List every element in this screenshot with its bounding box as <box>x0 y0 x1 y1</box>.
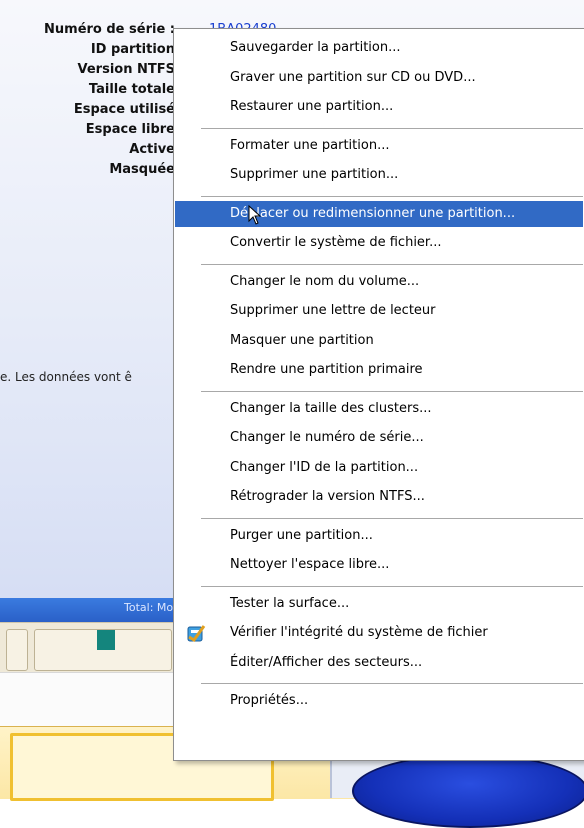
menu-item[interactable]: Rétrograder la version NTFS... <box>175 484 583 510</box>
menu-item[interactable]: Supprimer une partition... <box>175 162 583 188</box>
menu-item[interactable]: Graver une partition sur CD ou DVD... <box>175 65 583 91</box>
menu-separator <box>201 195 583 197</box>
menu-item[interactable]: Propriétés... <box>175 688 583 714</box>
disk-map-tile[interactable] <box>34 629 172 671</box>
property-label: Active <box>129 142 175 157</box>
menu-item-label: Sauvegarder la partition... <box>230 40 401 55</box>
property-row: Version NTFS <box>0 62 175 82</box>
property-label: Espace utilisé <box>73 102 175 117</box>
menu-item[interactable]: Tester la surface... <box>175 591 583 617</box>
menu-item[interactable]: Nettoyer l'espace libre... <box>175 552 583 578</box>
menu-separator <box>201 127 583 129</box>
menu-item[interactable]: Vérifier l'intégrité du système de fichi… <box>175 620 583 646</box>
menu-separator <box>201 683 583 684</box>
menu-item-label: Formater une partition... <box>230 138 390 153</box>
menu-item[interactable]: Rendre une partition primaire <box>175 357 583 383</box>
menu-item[interactable]: Supprimer une lettre de lecteur <box>175 298 583 324</box>
menu-item-label: Restaurer une partition... <box>230 99 394 114</box>
property-row: Espace utilisé <box>0 102 175 122</box>
menu-item-label: Changer le numéro de série... <box>230 430 424 445</box>
menu-item-label: Graver une partition sur CD ou DVD... <box>230 70 476 85</box>
menu-item-label: Rétrograder la version NTFS... <box>230 489 425 504</box>
menu-item-label: Changer le nom du volume... <box>230 274 420 289</box>
menu-item[interactable]: Déplacer ou redimensionner une partition… <box>175 201 583 227</box>
partition-context-menu: Sauvegarder la partition... Graver une pa… <box>173 28 584 761</box>
property-label: Taille totale <box>88 82 175 97</box>
property-label: ID partition <box>90 42 175 57</box>
property-label: Espace libre <box>85 122 175 137</box>
partition-color-marker <box>97 630 115 650</box>
menu-item[interactable]: Changer l'ID de la partition... <box>175 455 583 481</box>
menu-item[interactable]: Sauvegarder la partition... <box>175 35 583 61</box>
menu-item-label: Supprimer une lettre de lecteur <box>230 303 436 318</box>
menu-separator <box>201 585 583 587</box>
menu-item[interactable]: Changer le numéro de série... <box>175 425 583 451</box>
warning-text: e. Les données vont ê <box>0 370 132 384</box>
property-label: Numéro de série : <box>44 22 175 37</box>
menu-item-label: Vérifier l'intégrité du système de fichi… <box>230 625 488 640</box>
menu-item-label: Éditer/Afficher des secteurs... <box>230 655 423 670</box>
property-row: Numéro de série : <box>0 22 175 42</box>
menu-item[interactable]: Éditer/Afficher des secteurs... <box>175 650 583 676</box>
check-disk-icon <box>187 625 206 642</box>
menu-item-label: Changer la taille des clusters... <box>230 401 432 416</box>
menu-item-label: Changer l'ID de la partition... <box>230 460 419 475</box>
menu-item-label: Purger une partition... <box>230 528 373 543</box>
disk-pie-graphic <box>352 754 584 828</box>
disk-header-label: Total: Mo <box>124 601 174 614</box>
property-label: Version NTFS <box>77 62 175 77</box>
menu-item-label: Tester la surface... <box>230 596 350 611</box>
menu-separator <box>201 390 583 392</box>
property-row: Espace libre <box>0 122 175 142</box>
menu-item[interactable]: Changer la taille des clusters... <box>175 396 583 422</box>
mouse-cursor-icon <box>248 205 262 225</box>
menu-item[interactable]: Masquer une partition <box>175 328 583 354</box>
menu-separator <box>201 517 583 519</box>
menu-item-label: Nettoyer l'espace libre... <box>230 557 390 572</box>
menu-item-label: Supprimer une partition... <box>230 167 399 182</box>
menu-item[interactable]: Formater une partition... <box>175 133 583 159</box>
menu-item[interactable]: Purger une partition... <box>175 523 583 549</box>
menu-item-label: Convertir le système de fichier... <box>230 235 442 250</box>
property-row: Taille totale <box>0 82 175 102</box>
menu-item[interactable]: Changer le nom du volume... <box>175 269 583 295</box>
menu-item-label: Masquer une partition <box>230 333 374 348</box>
menu-item[interactable]: Restaurer une partition... <box>175 94 583 120</box>
menu-item-label: Propriétés... <box>230 693 309 708</box>
menu-item[interactable]: Convertir le système de fichier... <box>175 230 583 256</box>
property-row: Masquée <box>0 162 175 182</box>
property-label: Masquée <box>109 162 175 177</box>
menu-item-label: Déplacer ou redimensionner une partition… <box>230 206 516 221</box>
disk-map-tile[interactable] <box>6 629 28 671</box>
menu-item-label: Rendre une partition primaire <box>230 362 423 377</box>
menu-separator <box>201 263 583 265</box>
property-row: Active <box>0 142 175 162</box>
property-row: ID partition <box>0 42 175 62</box>
